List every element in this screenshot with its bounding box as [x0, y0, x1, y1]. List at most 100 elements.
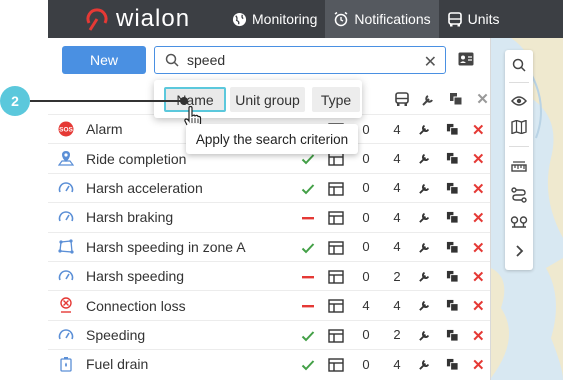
top-bar: wialon Monitoring Notifications Units	[48, 0, 563, 38]
wrench-icon[interactable]	[418, 357, 432, 371]
table-row[interactable]: Speeding 0 2 ✕	[48, 319, 490, 349]
copy-icon[interactable]	[446, 299, 459, 312]
template-icon[interactable]	[328, 182, 344, 196]
template-icon[interactable]	[328, 270, 344, 284]
delete-icon[interactable]: ✕	[472, 356, 485, 374]
enabled-check-icon[interactable]	[301, 182, 315, 196]
table-row[interactable]: Harsh acceleration 0 4 ✕	[48, 172, 490, 202]
delete-icon[interactable]: ✕	[472, 150, 485, 168]
enabled-check-icon[interactable]	[301, 241, 315, 255]
table-row[interactable]: Fuel drain 0 4 ✕	[48, 349, 490, 378]
wrench-icon[interactable]	[418, 328, 432, 342]
template-icon[interactable]	[328, 329, 344, 343]
nav-units[interactable]: Units	[439, 0, 508, 38]
template-icon[interactable]	[328, 358, 344, 372]
units-count: 4	[393, 239, 401, 255]
template-icon[interactable]	[328, 240, 344, 255]
copy-icon[interactable]	[446, 270, 459, 283]
speedometer-icon	[58, 211, 74, 222]
delete-icon[interactable]: ✕	[472, 121, 485, 139]
notification-name[interactable]: Speeding	[86, 327, 145, 343]
nav-monitoring-label: Monitoring	[252, 11, 318, 27]
trigger-count: 0	[362, 121, 370, 137]
wrench-column-icon[interactable]	[415, 92, 442, 107]
disabled-dash-icon[interactable]	[301, 299, 315, 313]
enabled-check-icon[interactable]	[301, 329, 315, 343]
new-button[interactable]: New	[62, 46, 146, 74]
nav-monitoring[interactable]: Monitoring	[224, 0, 325, 38]
eye-icon[interactable]	[505, 88, 533, 114]
delete-icon[interactable]: ✕	[472, 297, 485, 315]
wrench-icon[interactable]	[418, 181, 432, 195]
map-layers-icon[interactable]	[505, 114, 533, 140]
speedometer-icon	[58, 329, 74, 340]
delete-icon[interactable]: ✕	[472, 180, 485, 198]
wrench-icon[interactable]	[418, 269, 432, 283]
wrench-icon[interactable]	[418, 151, 432, 165]
wrench-icon[interactable]	[418, 122, 432, 136]
clear-search-icon[interactable]: ✕	[424, 52, 437, 72]
delete-icon[interactable]: ✕	[472, 327, 485, 345]
speedometer-icon	[58, 270, 74, 281]
globe-icon	[232, 12, 247, 26]
trigger-count: 0	[362, 268, 370, 284]
nav-notifications[interactable]: Notifications	[325, 0, 439, 38]
app-window: wialon Monitoring Notifications Units Ne…	[0, 0, 563, 380]
copy-icon[interactable]	[446, 329, 459, 342]
delete-icon[interactable]: ✕	[472, 268, 485, 286]
template-icon[interactable]	[328, 299, 344, 314]
units-count: 4	[393, 180, 401, 196]
route-icon[interactable]	[505, 182, 533, 208]
copy-icon[interactable]	[446, 182, 459, 195]
wrench-icon[interactable]	[418, 240, 432, 254]
map-toolbar	[505, 50, 533, 270]
copy-icon[interactable]	[446, 152, 459, 165]
copy-icon[interactable]	[446, 241, 459, 254]
outer-margin	[0, 0, 48, 380]
search-box[interactable]: ✕	[154, 46, 446, 74]
speedometer-icon	[58, 182, 74, 193]
copy-column-icon[interactable]	[442, 92, 469, 106]
criterion-unit-group-chip[interactable]: Unit group	[230, 87, 305, 112]
copy-icon[interactable]	[446, 123, 459, 136]
chevron-right-icon[interactable]	[505, 238, 533, 264]
enabled-check-icon[interactable]	[301, 152, 315, 166]
copy-icon[interactable]	[446, 211, 459, 224]
notification-name[interactable]: Harsh braking	[86, 209, 173, 225]
delete-icon[interactable]: ✕	[472, 239, 485, 257]
disabled-dash-icon[interactable]	[301, 211, 315, 225]
trigger-count: 0	[362, 356, 370, 372]
trigger-count: 0	[362, 327, 370, 343]
trigger-count: 0	[362, 209, 370, 225]
ruler-icon[interactable]	[505, 154, 533, 180]
table-row[interactable]: Connection loss 4 4 ✕	[48, 290, 490, 319]
notification-name[interactable]: Connection loss	[86, 298, 186, 314]
enabled-check-icon[interactable]	[301, 358, 315, 372]
notification-name[interactable]: Ride completion	[86, 151, 186, 167]
search-input[interactable]	[187, 52, 407, 68]
table-row[interactable]: Harsh braking 0 4 ✕	[48, 202, 490, 231]
notification-name[interactable]: Alarm	[86, 121, 123, 137]
table-row[interactable]: Harsh speeding 0 2 ✕	[48, 261, 490, 290]
geofence-tool-icon[interactable]	[505, 210, 533, 236]
wialon-logo-icon	[86, 8, 108, 31]
wrench-icon[interactable]	[418, 210, 432, 224]
criterion-type-chip[interactable]: Type	[312, 87, 360, 112]
notification-name[interactable]: Fuel drain	[86, 356, 148, 372]
map-search-icon[interactable]	[505, 52, 533, 78]
copy-icon[interactable]	[446, 358, 459, 371]
units-count: 4	[393, 121, 401, 137]
template-icon[interactable]	[328, 211, 344, 225]
wrench-icon[interactable]	[418, 298, 432, 312]
contact-card-icon[interactable]	[458, 52, 474, 66]
units-column-icon[interactable]	[388, 91, 415, 107]
svg-text:SOS: SOS	[59, 127, 73, 134]
table-row[interactable]: Harsh speeding in zone A 0 4 ✕	[48, 231, 490, 261]
step-callout-badge: 2	[0, 86, 30, 116]
delete-icon[interactable]: ✕	[472, 209, 485, 227]
disabled-dash-icon[interactable]	[301, 270, 315, 284]
notification-name[interactable]: Harsh speeding	[86, 268, 184, 284]
notification-name[interactable]: Harsh speeding in zone A	[86, 239, 246, 255]
template-icon[interactable]	[328, 152, 344, 167]
notification-name[interactable]: Harsh acceleration	[86, 180, 203, 196]
